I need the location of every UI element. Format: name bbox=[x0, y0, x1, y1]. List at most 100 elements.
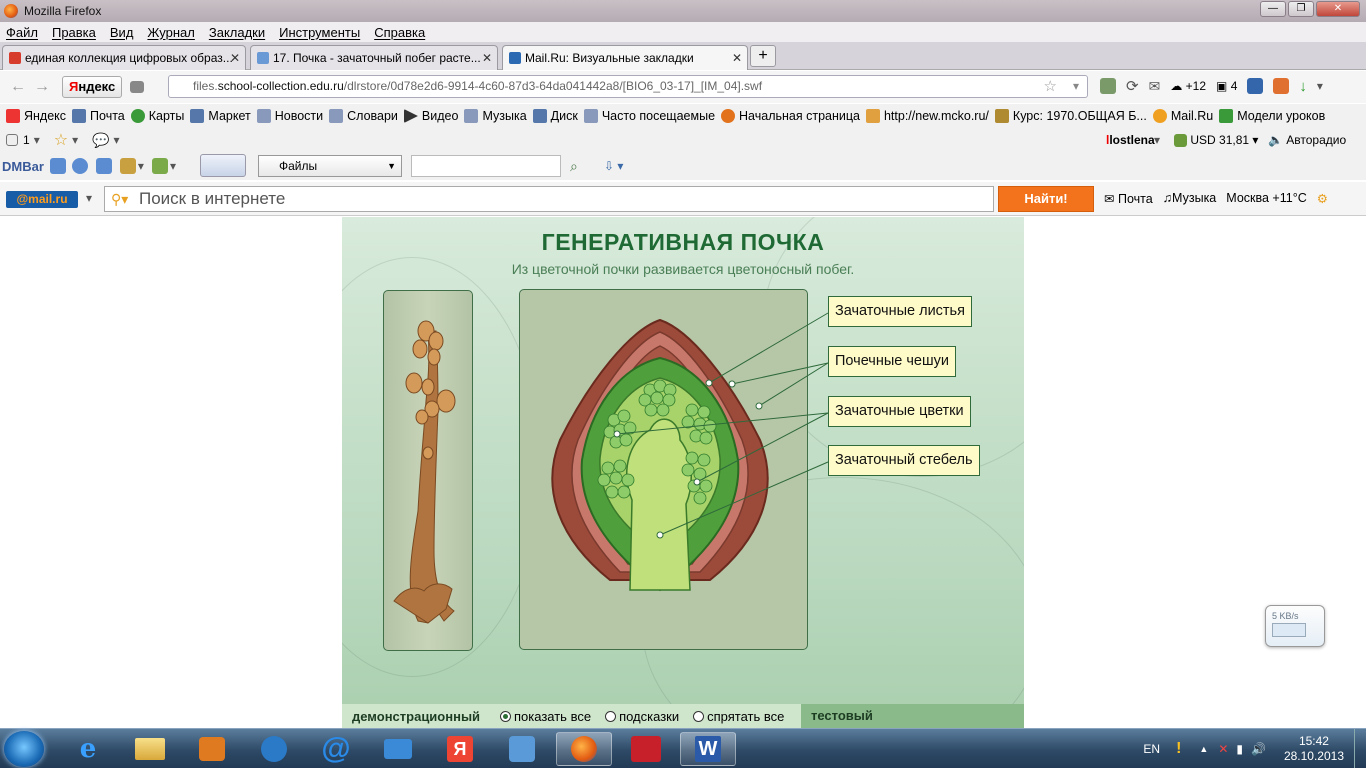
back-arrow-icon[interactable]: ← bbox=[6, 78, 30, 96]
download-icon[interactable]: ⇩ ▾ bbox=[604, 159, 623, 173]
bookmark-star-icon[interactable]: ☆ bbox=[1044, 76, 1057, 97]
menu-edit[interactable]: Правка bbox=[52, 25, 96, 40]
mailru-weather[interactable]: Москва +11°C bbox=[1226, 191, 1306, 206]
dmbar-search-input[interactable] bbox=[411, 155, 561, 177]
download-arrow-icon[interactable]: ↓ bbox=[1299, 78, 1307, 95]
label-embryonic-leaves[interactable]: Зачаточные листья bbox=[828, 296, 972, 327]
dropdown-arrow-icon[interactable]: ▾ bbox=[86, 191, 92, 205]
bookmark-market[interactable]: Маркет bbox=[190, 109, 251, 123]
search-icon[interactable]: ⌕ bbox=[570, 158, 578, 175]
close-tab-icon[interactable]: ✕ bbox=[230, 51, 240, 65]
chat-icon[interactable] bbox=[49, 158, 66, 174]
show-desktop-button[interactable] bbox=[1354, 729, 1366, 768]
mailru-logo[interactable]: @mail.ru bbox=[6, 191, 78, 208]
close-tab-icon[interactable]: ✕ bbox=[482, 51, 492, 65]
bookmark-course[interactable]: Курс: 1970.ОБЩАЯ Б... bbox=[994, 109, 1147, 123]
yandex-button[interactable]: Яндекс bbox=[62, 76, 123, 98]
bookmark-music[interactable]: Музыка bbox=[464, 109, 527, 123]
network-taskbar-icon[interactable] bbox=[246, 732, 302, 766]
demo-mode-label[interactable]: демонстрационный bbox=[352, 709, 500, 724]
dropdown-arrow-icon[interactable]: ▾ bbox=[1154, 133, 1160, 147]
new-tab-button[interactable]: + bbox=[750, 45, 776, 67]
page-counter-icon[interactable] bbox=[6, 134, 18, 146]
translate-icon[interactable] bbox=[1247, 78, 1264, 94]
bookmark-video[interactable]: Видео bbox=[403, 109, 458, 123]
mail-icon[interactable]: ✉ bbox=[1149, 78, 1161, 95]
bookmark-mail[interactable]: Почта bbox=[72, 109, 125, 123]
menu-file[interactable]: Файл bbox=[6, 25, 38, 40]
dropdown-arrow-icon[interactable]: ▾ bbox=[1073, 76, 1079, 97]
bookmark-most-visited[interactable]: Часто посещаемые bbox=[583, 109, 715, 123]
label-bud-scales[interactable]: Почечные чешуи bbox=[828, 346, 956, 377]
internet-search-input[interactable]: ⚲▾ Поиск в интернете bbox=[104, 186, 994, 212]
bookmark-mailru[interactable]: Mail.Ru bbox=[1152, 109, 1213, 123]
explorer-taskbar-icon[interactable] bbox=[122, 732, 178, 766]
show-hidden-icons-icon[interactable]: ▲ bbox=[1199, 744, 1208, 754]
menu-history[interactable]: Журнал bbox=[147, 25, 194, 40]
volume-icon[interactable]: 🔊 bbox=[1251, 742, 1266, 756]
clock[interactable]: 15:42 28.10.2013 bbox=[1284, 734, 1344, 764]
mail-counter[interactable]: ▣ 4 bbox=[1216, 79, 1237, 93]
tab-mailru-bookmarks[interactable]: Mail.Ru: Визуальные закладки ✕ bbox=[502, 45, 748, 70]
network-meter-widget[interactable]: 5 KB/s bbox=[1265, 605, 1325, 647]
word-taskbar-icon[interactable]: W bbox=[680, 732, 736, 766]
bookmark-disk[interactable]: Диск bbox=[532, 109, 578, 123]
maximize-button[interactable]: ❐ bbox=[1288, 1, 1314, 17]
files-dropdown[interactable]: Файлы ▼ bbox=[258, 155, 402, 177]
yandex-taskbar-icon[interactable]: Я bbox=[432, 732, 488, 766]
sound-taskbar-icon[interactable] bbox=[494, 732, 550, 766]
bookmark-maps[interactable]: Карты bbox=[130, 109, 184, 123]
weather-widget[interactable]: ☁ +12 bbox=[1170, 79, 1206, 93]
home-icon[interactable] bbox=[119, 158, 136, 174]
forward-arrow-icon[interactable]: → bbox=[30, 78, 54, 96]
grid-icon[interactable] bbox=[130, 81, 145, 93]
outlook-taskbar-icon[interactable] bbox=[370, 732, 426, 766]
label-embryonic-stem[interactable]: Зачаточный стебель bbox=[828, 445, 980, 476]
hand-tool-button[interactable] bbox=[200, 154, 246, 177]
dropdown-arrow-icon[interactable]: ▾ bbox=[72, 133, 78, 147]
label-embryonic-flowers[interactable]: Зачаточные цветки bbox=[828, 396, 971, 427]
bookmark-news[interactable]: Новости bbox=[256, 109, 323, 123]
dropdown-arrow-icon[interactable]: ▾ bbox=[34, 133, 40, 147]
menu-icon[interactable]: ▾ bbox=[1317, 79, 1323, 93]
hide-all-option[interactable]: спрятать все bbox=[693, 709, 784, 724]
bookmark-dictionaries[interactable]: Словари bbox=[329, 109, 398, 123]
menu-bookmarks[interactable]: Закладки bbox=[209, 25, 265, 40]
tab-school-collection[interactable]: единая коллекция цифровых образ... ✕ bbox=[2, 45, 246, 70]
username[interactable]: llostlena bbox=[1106, 133, 1155, 147]
network-status-icon[interactable]: ✕ bbox=[1218, 742, 1228, 756]
mailru-mail-link[interactable]: ✉ Почта bbox=[1104, 191, 1153, 206]
tab-pochka[interactable]: 17. Почка - зачаточный побег расте... ✕ bbox=[250, 45, 498, 70]
close-window-button[interactable]: ✕ bbox=[1316, 1, 1360, 17]
mail-agent-taskbar-icon[interactable]: @ bbox=[308, 732, 364, 766]
menu-help[interactable]: Справка bbox=[374, 25, 425, 40]
radio-widget[interactable]: 🔈 Авторадио bbox=[1268, 133, 1346, 147]
bookmark-mcko[interactable]: http://new.mcko.ru/ bbox=[865, 109, 989, 123]
windows-icon[interactable] bbox=[95, 158, 112, 174]
search-engine-icon[interactable]: ⚲▾ bbox=[111, 187, 128, 211]
tools-icon[interactable] bbox=[1273, 78, 1290, 94]
hints-option[interactable]: подсказки bbox=[605, 709, 679, 724]
settings-gear-icon[interactable]: ⚙ bbox=[1317, 191, 1328, 206]
pdf-taskbar-icon[interactable] bbox=[618, 732, 674, 766]
dropdown-arrow-icon[interactable]: ▾ bbox=[114, 133, 120, 147]
comment-icon[interactable]: 💬 bbox=[92, 132, 109, 149]
bookmark-lesson-models[interactable]: Модели уроков bbox=[1219, 109, 1325, 123]
star-icon[interactable]: ☆ bbox=[54, 130, 68, 150]
addon-icon[interactable] bbox=[1100, 78, 1116, 94]
ie-taskbar-icon[interactable]: e bbox=[60, 732, 116, 766]
start-button[interactable] bbox=[4, 731, 44, 767]
add-icon[interactable] bbox=[71, 158, 88, 174]
media-player-taskbar-icon[interactable] bbox=[184, 732, 240, 766]
usb-icon[interactable]: ▮ bbox=[1236, 742, 1243, 756]
bookmark-start-page[interactable]: Начальная страница bbox=[721, 109, 860, 123]
mailru-music-link[interactable]: ♫Музыка bbox=[1163, 191, 1217, 206]
menu-tools[interactable]: Инструменты bbox=[279, 25, 360, 40]
dropdown-arrow-icon[interactable]: ▾ bbox=[170, 159, 176, 173]
test-mode-tab[interactable]: тестовый bbox=[801, 704, 1024, 728]
find-button[interactable]: Найти! bbox=[998, 186, 1094, 212]
action-center-icon[interactable]: ! bbox=[1176, 740, 1181, 758]
dropdown-arrow-icon[interactable]: ▾ bbox=[138, 159, 144, 173]
close-tab-icon[interactable]: ✕ bbox=[732, 51, 742, 65]
menu-view[interactable]: Вид bbox=[110, 25, 134, 40]
